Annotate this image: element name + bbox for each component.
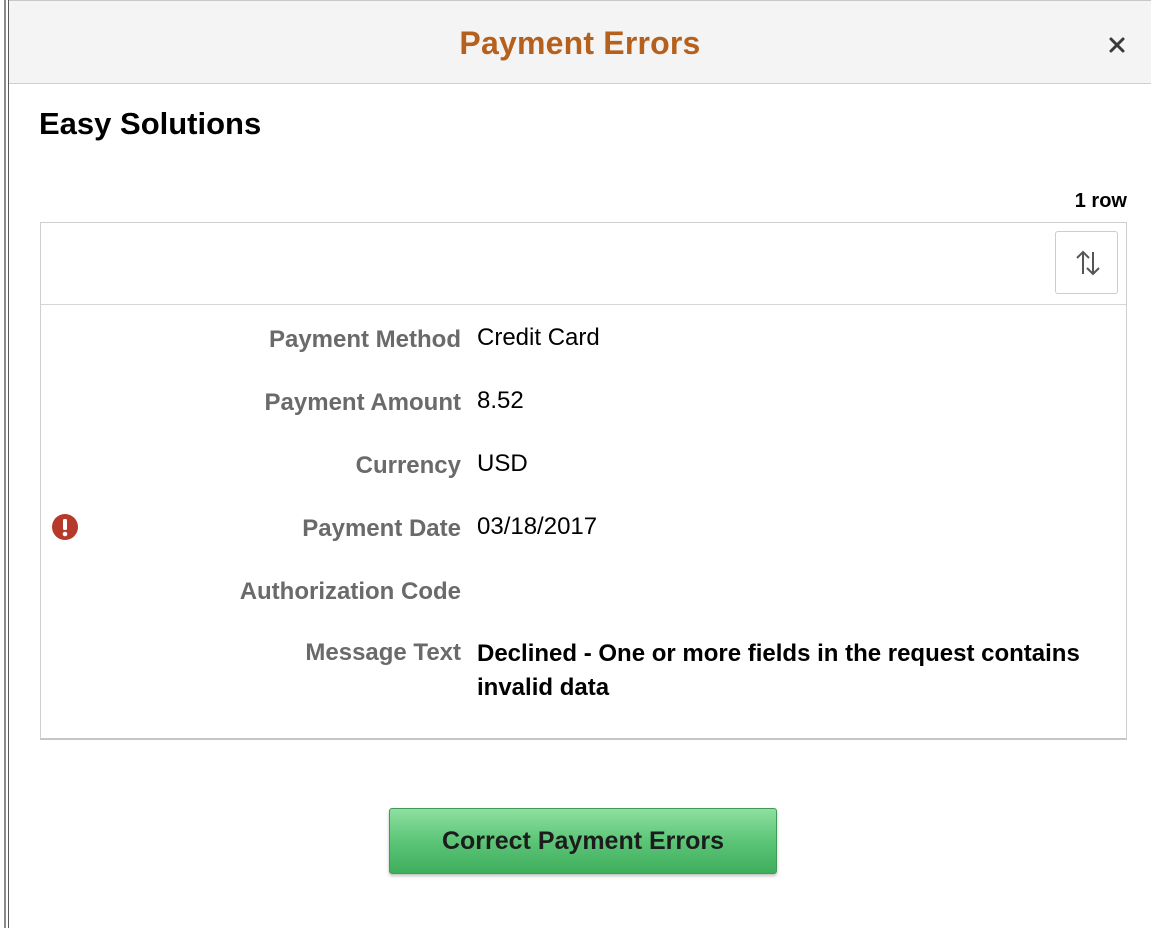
window-left-edge [0,0,9,928]
correct-payment-errors-button[interactable]: Correct Payment Errors [389,808,777,874]
field-value: USD [477,450,528,477]
field-label: Payment Method [268,326,461,353]
field-row-payment-date: Payment Date 03/18/2017 [41,513,1126,555]
field-row-currency: Currency USD [41,450,1126,492]
field-row-payment-method: Payment Method Credit Card [41,324,1126,366]
dialog-title: Payment Errors [459,25,701,61]
field-row-payment-amount: Payment Amount 8.52 [41,387,1126,429]
field-value: 03/18/2017 [477,513,598,540]
field-label: Payment Amount [264,389,461,416]
field-row-message-text: Message Text Declined - One or more fiel… [41,639,1126,719]
close-icon[interactable] [1105,33,1129,57]
grid-toolbar [41,223,1126,305]
group-title: Easy Solutions [39,106,262,141]
payment-errors-dialog: Payment Errors Easy Solutions 1 row Paym… [9,0,1151,928]
field-row-authorization-code: Authorization Code [41,578,1126,618]
field-label: Authorization Code [239,578,461,605]
field-value: Credit Card [477,324,600,351]
sort-button[interactable] [1055,231,1118,294]
field-label: Message Text [305,639,461,666]
field-label: Currency [355,452,461,479]
payment-grid: Payment Method Credit Card Payment Amoun… [40,222,1127,740]
sort-icon [1076,250,1100,276]
message-text-value: Declined - One or more fields in the req… [477,640,1080,701]
error-icon [51,513,79,541]
field-label: Payment Date [302,515,461,542]
field-value: 8.52 [477,387,524,414]
dialog-header: Payment Errors [9,0,1151,84]
row-count: 1 row [1074,190,1127,212]
